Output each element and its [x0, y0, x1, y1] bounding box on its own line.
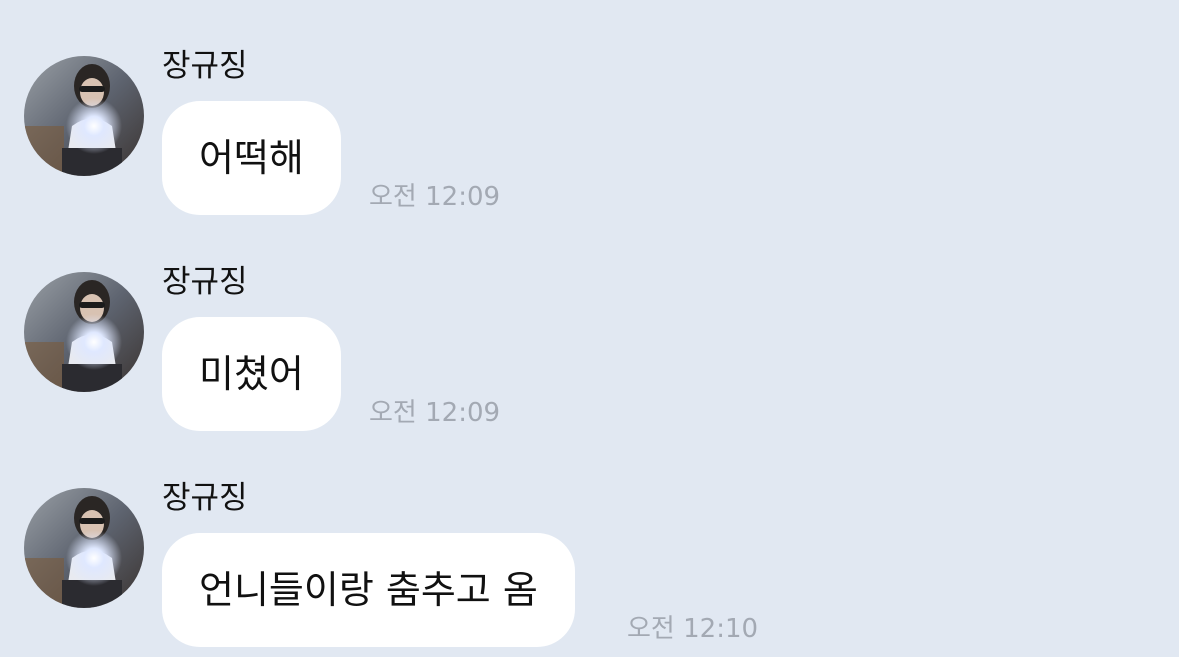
message-time: 오전 12:10: [627, 614, 759, 644]
message-time: 오전 12:09: [369, 182, 501, 212]
message-row: 장규징 미쳤어 오전 12:09: [0, 216, 1179, 431]
message-row: 장규징 언니들이랑 춤추고 옴 오전 12:10: [0, 432, 1179, 647]
profile-photo-icon: [24, 272, 144, 392]
message-time: 오전 12:09: [369, 398, 501, 428]
profile-photo-icon: [24, 488, 144, 608]
message-text: 언니들이랑 춤추고 옴: [199, 568, 538, 612]
message-bubble[interactable]: 언니들이랑 춤추고 옴: [162, 533, 575, 647]
avatar[interactable]: [24, 488, 144, 608]
sender-name: 장규징: [162, 480, 248, 516]
avatar[interactable]: [24, 272, 144, 392]
profile-photo-icon: [24, 56, 144, 176]
message-bubble[interactable]: 어떡해: [162, 101, 341, 215]
message-text: 어떡해: [199, 136, 304, 180]
sender-name: 장규징: [162, 264, 248, 300]
avatar[interactable]: [24, 56, 144, 176]
sender-name: 장규징: [162, 48, 248, 84]
message-bubble[interactable]: 미쳤어: [162, 317, 341, 431]
message-row: 장규징 어떡해 오전 12:09: [0, 0, 1179, 215]
message-text: 미쳤어: [199, 352, 304, 396]
chat-area[interactable]: 장규징 어떡해 오전 12:09 장규징 미쳤어 오전 12:09 장규징 언니…: [0, 0, 1179, 657]
